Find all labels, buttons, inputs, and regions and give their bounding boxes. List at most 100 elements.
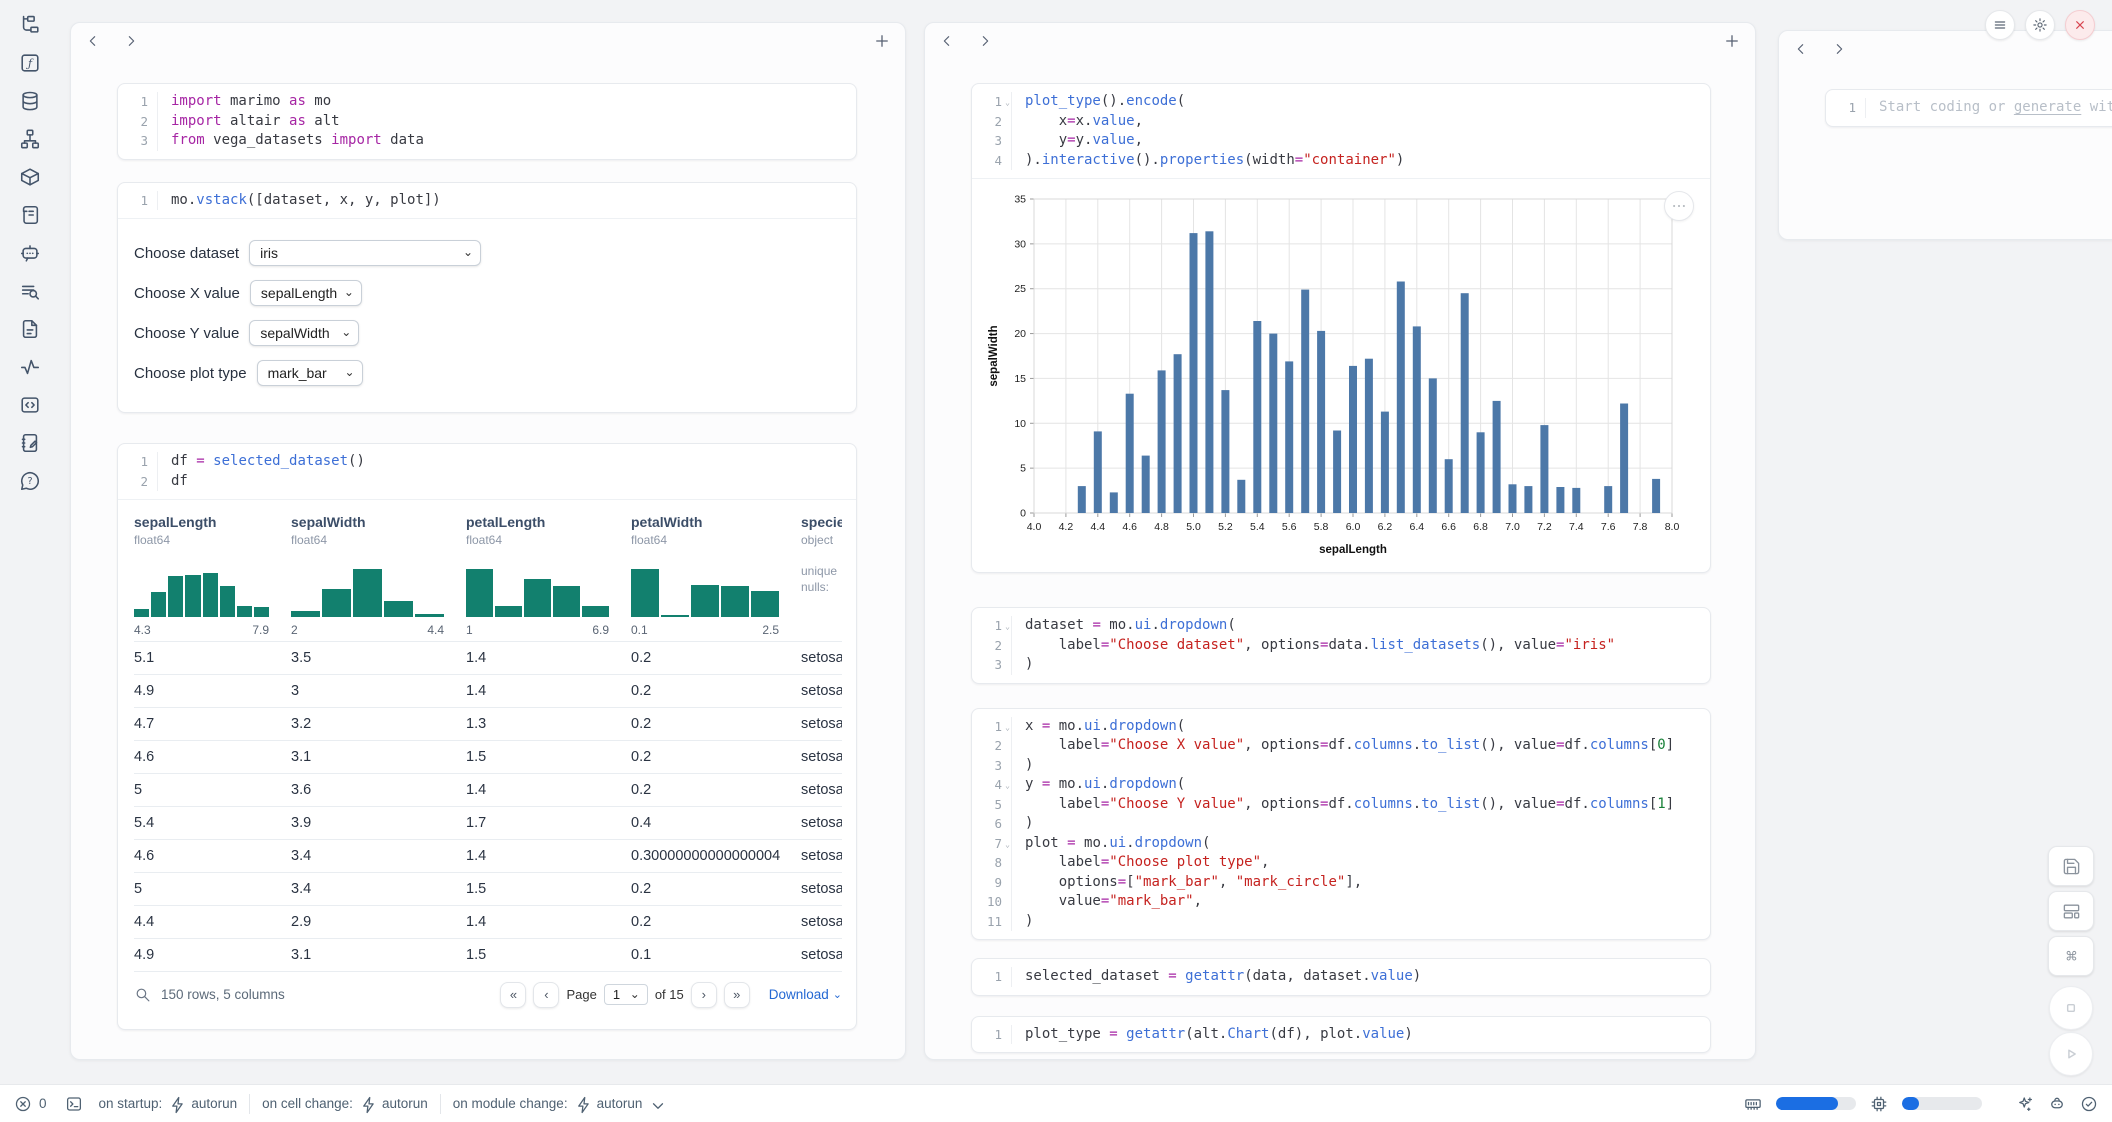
- column-name[interactable]: sepalWidth: [291, 514, 466, 530]
- code-line[interactable]: 5 label="Choose Y value", options=df.col…: [972, 795, 1710, 815]
- column-forward-button[interactable]: [977, 33, 993, 49]
- save-button[interactable]: [2048, 846, 2094, 886]
- chart-menu-button[interactable]: [1664, 191, 1694, 221]
- notebook-pen-icon[interactable]: [19, 432, 41, 454]
- database-icon[interactable]: [19, 90, 41, 112]
- column-histogram[interactable]: [631, 561, 779, 617]
- cell-dataframe[interactable]: 1df = selected_dataset()2df sepalLength …: [117, 443, 857, 1030]
- code-line[interactable]: 1plot_type = getattr(alt.Chart(df), plot…: [972, 1025, 1710, 1045]
- code-line[interactable]: 1import marimo as mo: [118, 92, 856, 112]
- code-line[interactable]: 3from vega_datasets import data: [118, 131, 856, 151]
- cell-xy-plot-dropdowns[interactable]: 1⌄x = mo.ui.dropdown(2 label="Choose X v…: [971, 708, 1711, 941]
- table-column-header[interactable]: species objectuniquenulls:: [801, 514, 842, 641]
- code-line[interactable]: 3 y=y.value,: [972, 131, 1710, 151]
- last-page-button[interactable]: »: [724, 982, 750, 1008]
- function-square-icon[interactable]: ƒ: [19, 52, 41, 74]
- cell-empty[interactable]: 1 Start coding or generate with AI: [1825, 89, 2112, 127]
- close-button[interactable]: [2065, 10, 2095, 40]
- cell-plot-type[interactable]: 1plot_type = getattr(alt.Chart(df), plot…: [971, 1016, 1711, 1054]
- table-column-header[interactable]: sepalWidth float64 24.4: [291, 514, 466, 641]
- prev-page-button[interactable]: ‹: [533, 982, 559, 1008]
- on-module-change-setting[interactable]: on module change: autorun: [453, 1096, 664, 1111]
- file-text-icon[interactable]: [19, 318, 41, 340]
- column-histogram[interactable]: [291, 561, 444, 617]
- table-row[interactable]: 4.931.40.2setosa: [134, 674, 842, 707]
- table-search-icon[interactable]: [134, 986, 151, 1003]
- column-back-button[interactable]: [939, 33, 955, 49]
- file-tree-icon[interactable]: [19, 14, 41, 36]
- code-line[interactable]: 2import altair as alt: [118, 112, 856, 132]
- table-row[interactable]: 4.93.11.50.1setosa: [134, 938, 842, 971]
- connection-status-button[interactable]: [2080, 1095, 2098, 1113]
- code-line[interactable]: 8 label="Choose plot type",: [972, 853, 1710, 873]
- column-name[interactable]: sepalLength: [134, 514, 291, 530]
- generate-link[interactable]: generate: [2014, 99, 2081, 115]
- menu-button[interactable]: [1985, 10, 2015, 40]
- list-search-icon[interactable]: [19, 280, 41, 302]
- bar-chart[interactable]: 4.04.24.44.64.85.05.25.45.65.86.06.26.46…: [984, 189, 1698, 566]
- table-row[interactable]: 4.63.41.40.30000000000000004setosa: [134, 839, 842, 872]
- code-line[interactable]: 2 x=x.value,: [972, 112, 1710, 132]
- table-row[interactable]: 4.42.91.40.2setosa: [134, 905, 842, 938]
- ai-sparkles-button[interactable]: [2016, 1095, 2034, 1113]
- code-line[interactable]: 7⌄plot = mo.ui.dropdown(: [972, 834, 1710, 854]
- dataset-select[interactable]: iris: [249, 240, 481, 266]
- column-back-button[interactable]: [1793, 41, 1809, 57]
- editor-placeholder[interactable]: Start coding or generate with AI: [1866, 98, 2112, 118]
- code-line[interactable]: 6): [972, 814, 1710, 834]
- on-cell-change-setting[interactable]: on cell change: autorun: [262, 1096, 428, 1111]
- column-forward-button[interactable]: [123, 33, 139, 49]
- code-line[interactable]: 1⌄x = mo.ui.dropdown(: [972, 717, 1710, 737]
- code-line[interactable]: 10 value="mark_bar",: [972, 892, 1710, 912]
- package-icon[interactable]: [19, 166, 41, 188]
- add-cell-button[interactable]: [1723, 32, 1741, 50]
- code-line[interactable]: 1mo.vstack([dataset, x, y, plot]): [118, 191, 856, 211]
- column-back-button[interactable]: [85, 33, 101, 49]
- column-histogram[interactable]: [466, 561, 609, 617]
- next-page-button[interactable]: ›: [691, 982, 717, 1008]
- cell-vstack[interactable]: 1mo.vstack([dataset, x, y, plot]) Choose…: [117, 182, 857, 414]
- y-value-select[interactable]: sepalWidth: [249, 320, 359, 346]
- code-line[interactable]: 11): [972, 912, 1710, 932]
- dependency-graph-icon[interactable]: [19, 128, 41, 150]
- column-histogram[interactable]: [134, 561, 269, 617]
- page-select[interactable]: 1: [604, 984, 648, 1005]
- layout-button[interactable]: [2048, 891, 2094, 931]
- code-line[interactable]: 4).interactive().properties(width="conta…: [972, 151, 1710, 171]
- on-startup-setting[interactable]: on startup: autorun: [99, 1096, 238, 1111]
- column-forward-button[interactable]: [1831, 41, 1847, 57]
- code-line[interactable]: 4⌄y = mo.ui.dropdown(: [972, 775, 1710, 795]
- table-row[interactable]: 4.63.11.50.2setosa: [134, 740, 842, 773]
- code-line[interactable]: 9 options=["mark_bar", "mark_circle"],: [972, 873, 1710, 893]
- cell-imports[interactable]: 1import marimo as mo2import altair as al…: [117, 83, 857, 160]
- run-button[interactable]: [2049, 1032, 2093, 1076]
- settings-button[interactable]: [2025, 10, 2055, 40]
- scroll-icon[interactable]: [19, 204, 41, 226]
- x-value-select[interactable]: sepalLength: [250, 280, 362, 306]
- download-button[interactable]: Download⌄: [769, 987, 842, 1002]
- help-circle-icon[interactable]: ?: [19, 470, 41, 492]
- table-row[interactable]: 4.73.21.30.2setosa: [134, 707, 842, 740]
- cell-selected-dataset[interactable]: 1selected_dataset = getattr(data, datase…: [971, 958, 1711, 996]
- code-line[interactable]: 2 label="Choose dataset", options=data.l…: [972, 636, 1710, 656]
- code-line[interactable]: 1⌄dataset = mo.ui.dropdown(: [972, 616, 1710, 636]
- stop-button[interactable]: [2049, 986, 2093, 1030]
- terminal-button[interactable]: [65, 1095, 83, 1113]
- activity-icon[interactable]: [19, 356, 41, 378]
- table-column-header[interactable]: petalLength float64 16.9: [466, 514, 631, 641]
- command-palette-button[interactable]: ⌘: [2048, 936, 2094, 976]
- chat-bot-icon[interactable]: [19, 242, 41, 264]
- first-page-button[interactable]: «: [500, 982, 526, 1008]
- code-line[interactable]: 1selected_dataset = getattr(data, datase…: [972, 967, 1710, 987]
- column-name[interactable]: species: [801, 514, 842, 530]
- code-line[interactable]: 2 label="Choose X value", options=df.col…: [972, 736, 1710, 756]
- errors-badge[interactable]: 0: [14, 1095, 47, 1113]
- code-line[interactable]: 3): [972, 655, 1710, 675]
- column-name[interactable]: petalWidth: [631, 514, 801, 530]
- table-header[interactable]: sepalLength float64 4.37.9sepalWidth flo…: [134, 512, 842, 641]
- code-square-icon[interactable]: [19, 394, 41, 416]
- table-row[interactable]: 5.13.51.40.2setosa: [134, 641, 842, 674]
- code-line[interactable]: 1df = selected_dataset(): [118, 452, 856, 472]
- cell-dataset-dropdown[interactable]: 1⌄dataset = mo.ui.dropdown(2 label="Choo…: [971, 607, 1711, 684]
- column-name[interactable]: petalLength: [466, 514, 631, 530]
